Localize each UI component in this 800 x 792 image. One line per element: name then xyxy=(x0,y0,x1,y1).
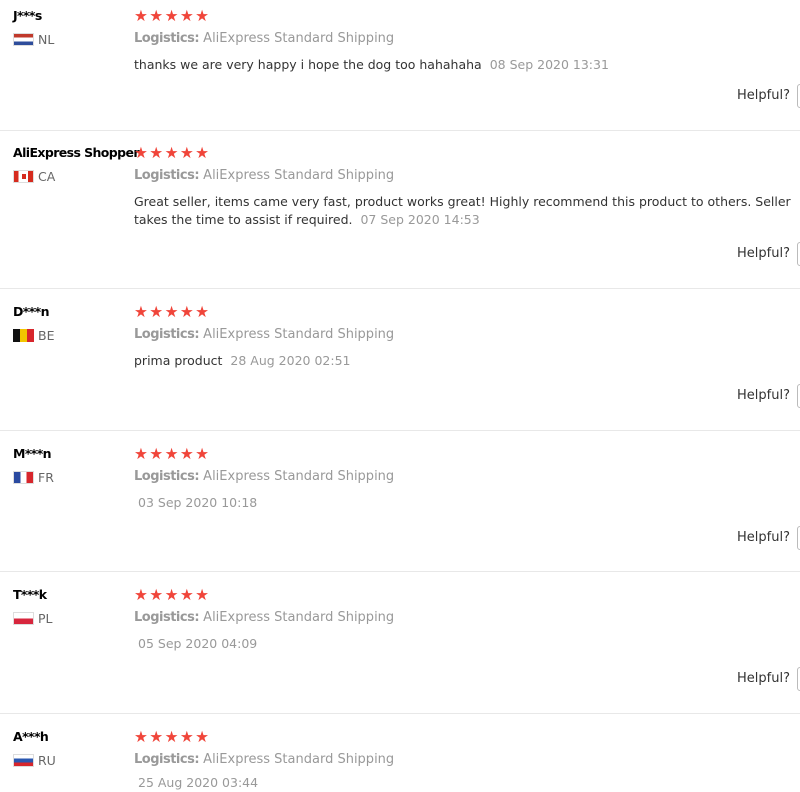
reviewer-name: M***n xyxy=(13,446,52,461)
reviewer-country: RU xyxy=(13,752,56,768)
country-code: CA xyxy=(38,168,56,184)
helpful-label: Helpful? xyxy=(737,388,790,403)
logistics-info: Logistics: AliExpress Standard Shipping xyxy=(134,610,394,625)
reviewer-name: T***k xyxy=(13,587,47,602)
country-code: NL xyxy=(38,31,55,47)
review-item: T***k PL ★★★★★ Logistics: AliExpress Sta… xyxy=(0,586,800,714)
logistics-info: Logistics: AliExpress Standard Shipping xyxy=(134,327,394,342)
logistics-label: Logistics: xyxy=(134,469,200,484)
review-text: 25 Aug 2020 03:44 xyxy=(138,774,800,792)
logistics-info: Logistics: AliExpress Standard Shipping xyxy=(134,168,394,183)
logistics-label: Logistics: xyxy=(134,752,200,767)
review-date: 05 Sep 2020 04:09 xyxy=(138,636,258,651)
review-text: prima product 28 Aug 2020 02:51 xyxy=(134,352,800,370)
helpful-label: Helpful? xyxy=(737,530,790,545)
review-body: thanks we are very happy i hope the dog … xyxy=(134,57,482,72)
reviewer-name: A***h xyxy=(13,729,49,744)
helpful-label: Helpful? xyxy=(737,88,790,103)
reviewer-country: NL xyxy=(13,31,54,47)
star-rating: ★★★★★ xyxy=(134,445,211,463)
reviewer-country: FR xyxy=(13,469,54,485)
star-rating: ★★★★★ xyxy=(134,7,211,25)
review-item: A***h RU ★★★★★ Logistics: AliExpress Sta… xyxy=(0,728,800,792)
country-code: RU xyxy=(38,752,56,768)
review-text: thanks we are very happy i hope the dog … xyxy=(134,56,800,74)
logistics-label: Logistics: xyxy=(134,31,200,46)
logistics-label: Logistics: xyxy=(134,610,200,625)
review-date: 25 Aug 2020 03:44 xyxy=(138,775,259,790)
review-text: 03 Sep 2020 10:18 xyxy=(138,494,800,512)
helpful-label: Helpful? xyxy=(737,671,790,686)
flag-pl-icon xyxy=(13,611,34,625)
flag-ca-icon xyxy=(13,169,34,183)
reviewer-name: D***n xyxy=(13,304,49,319)
logistics-info: Logistics: AliExpress Standard Shipping xyxy=(134,752,394,767)
reviewer-country: BE xyxy=(13,327,54,343)
star-rating: ★★★★★ xyxy=(134,303,211,321)
logistics-label: Logistics: xyxy=(134,327,200,342)
country-code: PL xyxy=(38,610,53,626)
logistics-value: AliExpress Standard Shipping xyxy=(203,168,395,183)
logistics-value: AliExpress Standard Shipping xyxy=(203,610,395,625)
logistics-info: Logistics: AliExpress Standard Shipping xyxy=(134,469,394,484)
reviewer-country: CA xyxy=(13,168,55,184)
logistics-value: AliExpress Standard Shipping xyxy=(203,327,395,342)
logistics-value: AliExpress Standard Shipping xyxy=(203,469,395,484)
review-date: 03 Sep 2020 10:18 xyxy=(138,495,258,510)
review-body: prima product xyxy=(134,353,223,368)
review-item: M***n FR ★★★★★ Logistics: AliExpress Sta… xyxy=(0,445,800,572)
flag-fr-icon xyxy=(13,470,34,484)
reviewer-country: PL xyxy=(13,610,53,626)
helpful-label: Helpful? xyxy=(737,246,790,261)
review-text: Great seller, items came very fast, prod… xyxy=(134,193,800,229)
star-rating: ★★★★★ xyxy=(134,586,211,604)
review-date: 08 Sep 2020 13:31 xyxy=(489,57,609,72)
country-code: FR xyxy=(38,469,54,485)
review-item: J***s NL ★★★★★ Logistics: AliExpress Sta… xyxy=(0,7,800,131)
logistics-value: AliExpress Standard Shipping xyxy=(203,31,395,46)
review-item: D***n BE ★★★★★ Logistics: AliExpress Sta… xyxy=(0,303,800,431)
reviewer-name: AliExpress Shopper xyxy=(13,145,140,160)
logistics-label: Logistics: xyxy=(134,168,200,183)
flag-be-icon xyxy=(13,328,34,342)
reviewer-name: J***s xyxy=(13,8,42,23)
star-rating: ★★★★★ xyxy=(134,728,211,746)
flag-ru-icon xyxy=(13,753,34,767)
country-code: BE xyxy=(38,327,55,343)
flag-nl-icon xyxy=(13,32,34,46)
review-date: 28 Aug 2020 02:51 xyxy=(230,353,351,368)
logistics-value: AliExpress Standard Shipping xyxy=(203,752,395,767)
star-rating: ★★★★★ xyxy=(134,144,211,162)
logistics-info: Logistics: AliExpress Standard Shipping xyxy=(134,31,394,46)
review-text: 05 Sep 2020 04:09 xyxy=(138,635,800,653)
review-item: AliExpress Shopper CA ★★★★★ Logistics: A… xyxy=(0,144,800,289)
review-date: 07 Sep 2020 14:53 xyxy=(360,212,480,227)
